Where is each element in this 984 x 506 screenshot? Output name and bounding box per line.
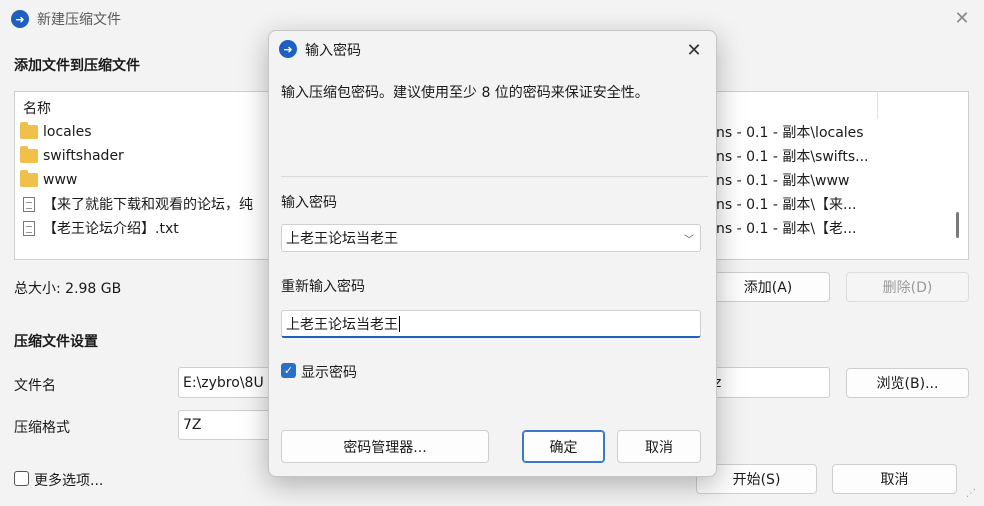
password-label: 输入密码	[281, 195, 337, 211]
list-item[interactable]: www	[20, 168, 77, 192]
format-label: 压缩格式	[14, 420, 70, 436]
main-window-title: 新建压缩文件	[37, 12, 121, 28]
dialog-description: 输入压缩包密码。建议使用至少 8 位的密码来保证安全性。	[281, 85, 649, 101]
folder-icon	[20, 122, 38, 139]
list-scrollbar-thumb[interactable]	[956, 212, 959, 238]
dialog-cancel-button[interactable]: 取消	[617, 430, 701, 463]
ok-button[interactable]: 确定	[522, 430, 605, 463]
list-item-name: swiftshader	[43, 148, 124, 164]
password-manager-button[interactable]: 密码管理器...	[281, 430, 489, 463]
list-item-name: 【来了就能下载和观看的论坛，纯	[43, 197, 253, 213]
main-cancel-button[interactable]: 取消	[832, 464, 957, 494]
list-header-divider	[877, 92, 878, 119]
list-header-name[interactable]: 名称	[23, 98, 51, 118]
show-password-checkbox[interactable]: ✓	[281, 363, 296, 378]
folder-icon	[20, 170, 38, 187]
list-item[interactable]: locales	[20, 120, 92, 144]
list-item-name: 【老王论坛介绍】.txt	[43, 221, 179, 237]
add-button[interactable]: 添加(A)	[706, 272, 830, 302]
list-item-path: ns - 0.1 - 副本\www	[716, 173, 850, 189]
password-input[interactable]: 上老王论坛当老王 ﹀	[281, 224, 701, 252]
list-item[interactable]: 【老王论坛介绍】.txt	[20, 216, 179, 240]
file-icon	[23, 196, 35, 212]
list-item-path: ns - 0.1 - 副本\【老...	[716, 221, 857, 237]
password-value: 上老王论坛当老王	[286, 231, 398, 247]
list-item-path: ns - 0.1 - 副本\locales	[716, 125, 864, 141]
main-close-icon[interactable]: ✕	[950, 6, 974, 30]
more-options-label[interactable]: 更多选项...	[34, 470, 103, 490]
chevron-down-icon[interactable]: ﹀	[684, 231, 694, 246]
confirm-value: 上老王论坛当老王	[286, 316, 398, 333]
list-item-path: ns - 0.1 - 副本\【来...	[716, 197, 857, 213]
dialog-title: 输入密码	[305, 43, 361, 59]
section-add-heading: 添加文件到压缩文件	[14, 58, 140, 74]
dialog-divider	[281, 176, 708, 177]
format-value: 7Z	[183, 417, 202, 433]
confirm-label: 重新输入密码	[281, 279, 365, 295]
confirm-input[interactable]: 上老王论坛当老王	[281, 310, 701, 338]
filename-label: 文件名	[14, 378, 56, 394]
show-password-label[interactable]: 显示密码	[301, 362, 357, 382]
resize-grip-icon[interactable]: ⋰	[966, 488, 976, 499]
file-icon	[23, 220, 35, 236]
filename-value: E:\zybro\8U	[183, 374, 264, 391]
browse-button[interactable]: 浏览(B)...	[846, 368, 969, 398]
more-options-checkbox[interactable]	[14, 471, 29, 486]
total-size: 总大小: 2.98 GB	[14, 281, 122, 297]
password-dialog: ➜ 输入密码 ✕ 输入压缩包密码。建议使用至少 8 位的密码来保证安全性。 输入…	[268, 30, 717, 477]
dialog-close-icon[interactable]: ✕	[681, 37, 707, 63]
dialog-app-icon: ➜	[279, 40, 297, 58]
list-item-name: locales	[43, 124, 92, 140]
text-caret	[399, 315, 400, 332]
list-item[interactable]: swiftshader	[20, 144, 124, 168]
list-item[interactable]: 【来了就能下载和观看的论坛，纯	[20, 192, 253, 216]
main-app-icon: ➜	[11, 10, 29, 28]
list-item-path: ns - 0.1 - 副本\swifts...	[716, 149, 869, 165]
folder-icon	[20, 146, 38, 163]
list-item-name: www	[43, 172, 78, 188]
delete-button[interactable]: 删除(D)	[846, 272, 969, 302]
section-settings-heading: 压缩文件设置	[14, 334, 98, 350]
